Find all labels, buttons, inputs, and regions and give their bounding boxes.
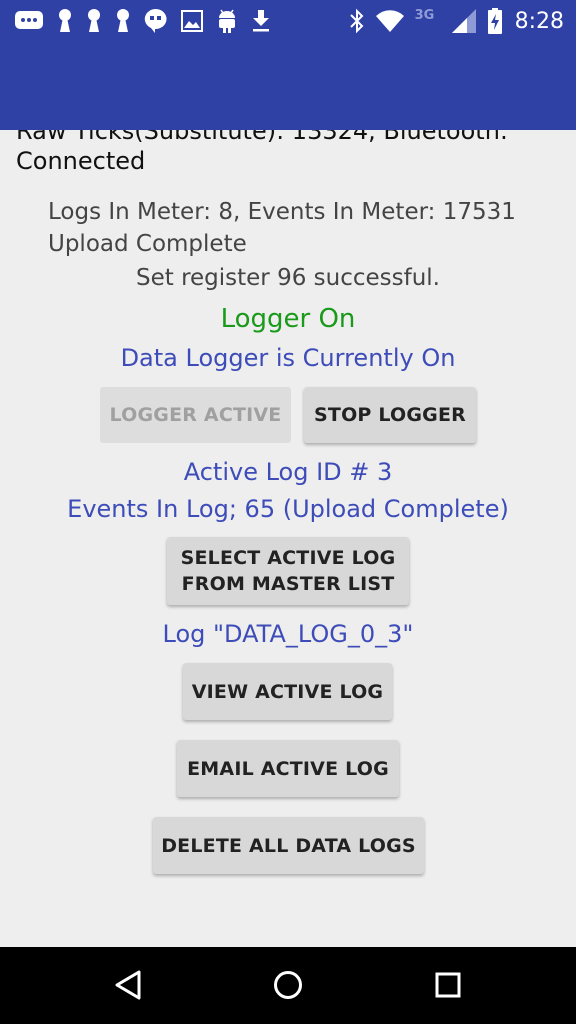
image-icon [181,10,203,32]
logger-state: Logger On [220,304,356,334]
home-button[interactable] [268,965,308,1005]
register-message: Set register 96 successful. [135,265,440,291]
upload-status-text: Upload Complete [48,231,247,257]
recents-icon [435,972,461,998]
back-icon [115,970,141,1000]
view-active-log-button[interactable]: VIEW ACTIVE LOG [183,663,392,720]
network-type-label: 3G [414,8,435,23]
active-log-events: Events In Log; 65 (Upload Complete) [67,495,509,523]
bluetooth-state-text: Connected [16,147,146,175]
bluetooth-icon [349,8,365,34]
keyhole-icon [86,8,102,34]
active-log-name: Log "DATA_LOG_0_3" [162,620,414,648]
signal-icon [451,8,477,34]
logs-in-meter-text: Logs In Meter: 8, Events In Meter: 17531 [48,199,516,225]
raw-ticks-text: Raw Ticks(Substitute): 13324, Bluetooth: [16,130,508,145]
logger-state-detail: Data Logger is Currently On [120,344,456,372]
status-bar: 3G 8:28 [0,0,576,42]
logger-content: Raw Ticks(Substitute): 13324, Bluetooth:… [0,130,576,947]
logger-active-button[interactable]: LOGGER ACTIVE [100,387,291,443]
screen: 3G 8:28 Raw Ticks(Substitute): 13324, Bl… [0,0,576,1024]
hangouts-icon [144,8,168,34]
meter-info: Logs In Meter: 8, Events In Meter: 17531… [48,196,568,260]
active-log-id: Active Log ID # 3 [183,458,393,486]
stop-logger-button[interactable]: STOP LOGGER [304,387,476,443]
battery-charging-icon [487,7,503,35]
android-icon [216,8,238,34]
keyhole-icon [57,8,73,34]
email-active-log-button[interactable]: EMAIL ACTIVE LOG [177,740,399,797]
notification-icons [14,6,271,36]
keyhole-icon [115,8,131,34]
select-active-log-button[interactable]: SELECT ACTIVE LOG FROM MASTER LIST [167,537,409,605]
message-icon [14,9,44,33]
delete-all-data-logs-button[interactable]: DELETE ALL DATA LOGS [153,817,424,874]
recents-button[interactable] [428,965,468,1005]
back-button[interactable] [108,965,148,1005]
wifi-icon [375,9,405,33]
select-active-log-label-line1: SELECT ACTIVE LOG [180,547,396,569]
network-3g-icon: 3G [415,8,441,34]
system-icons: 3G 8:28 [349,6,564,36]
clock: 8:28 [514,8,564,34]
navigation-bar [0,947,576,1024]
home-icon [274,971,302,999]
app-bar: 3G 8:28 [0,0,576,130]
download-icon [251,9,271,33]
connection-status: Raw Ticks(Substitute): 13324, Bluetooth:… [16,130,566,176]
select-active-log-label-line2: FROM MASTER LIST [181,573,395,595]
